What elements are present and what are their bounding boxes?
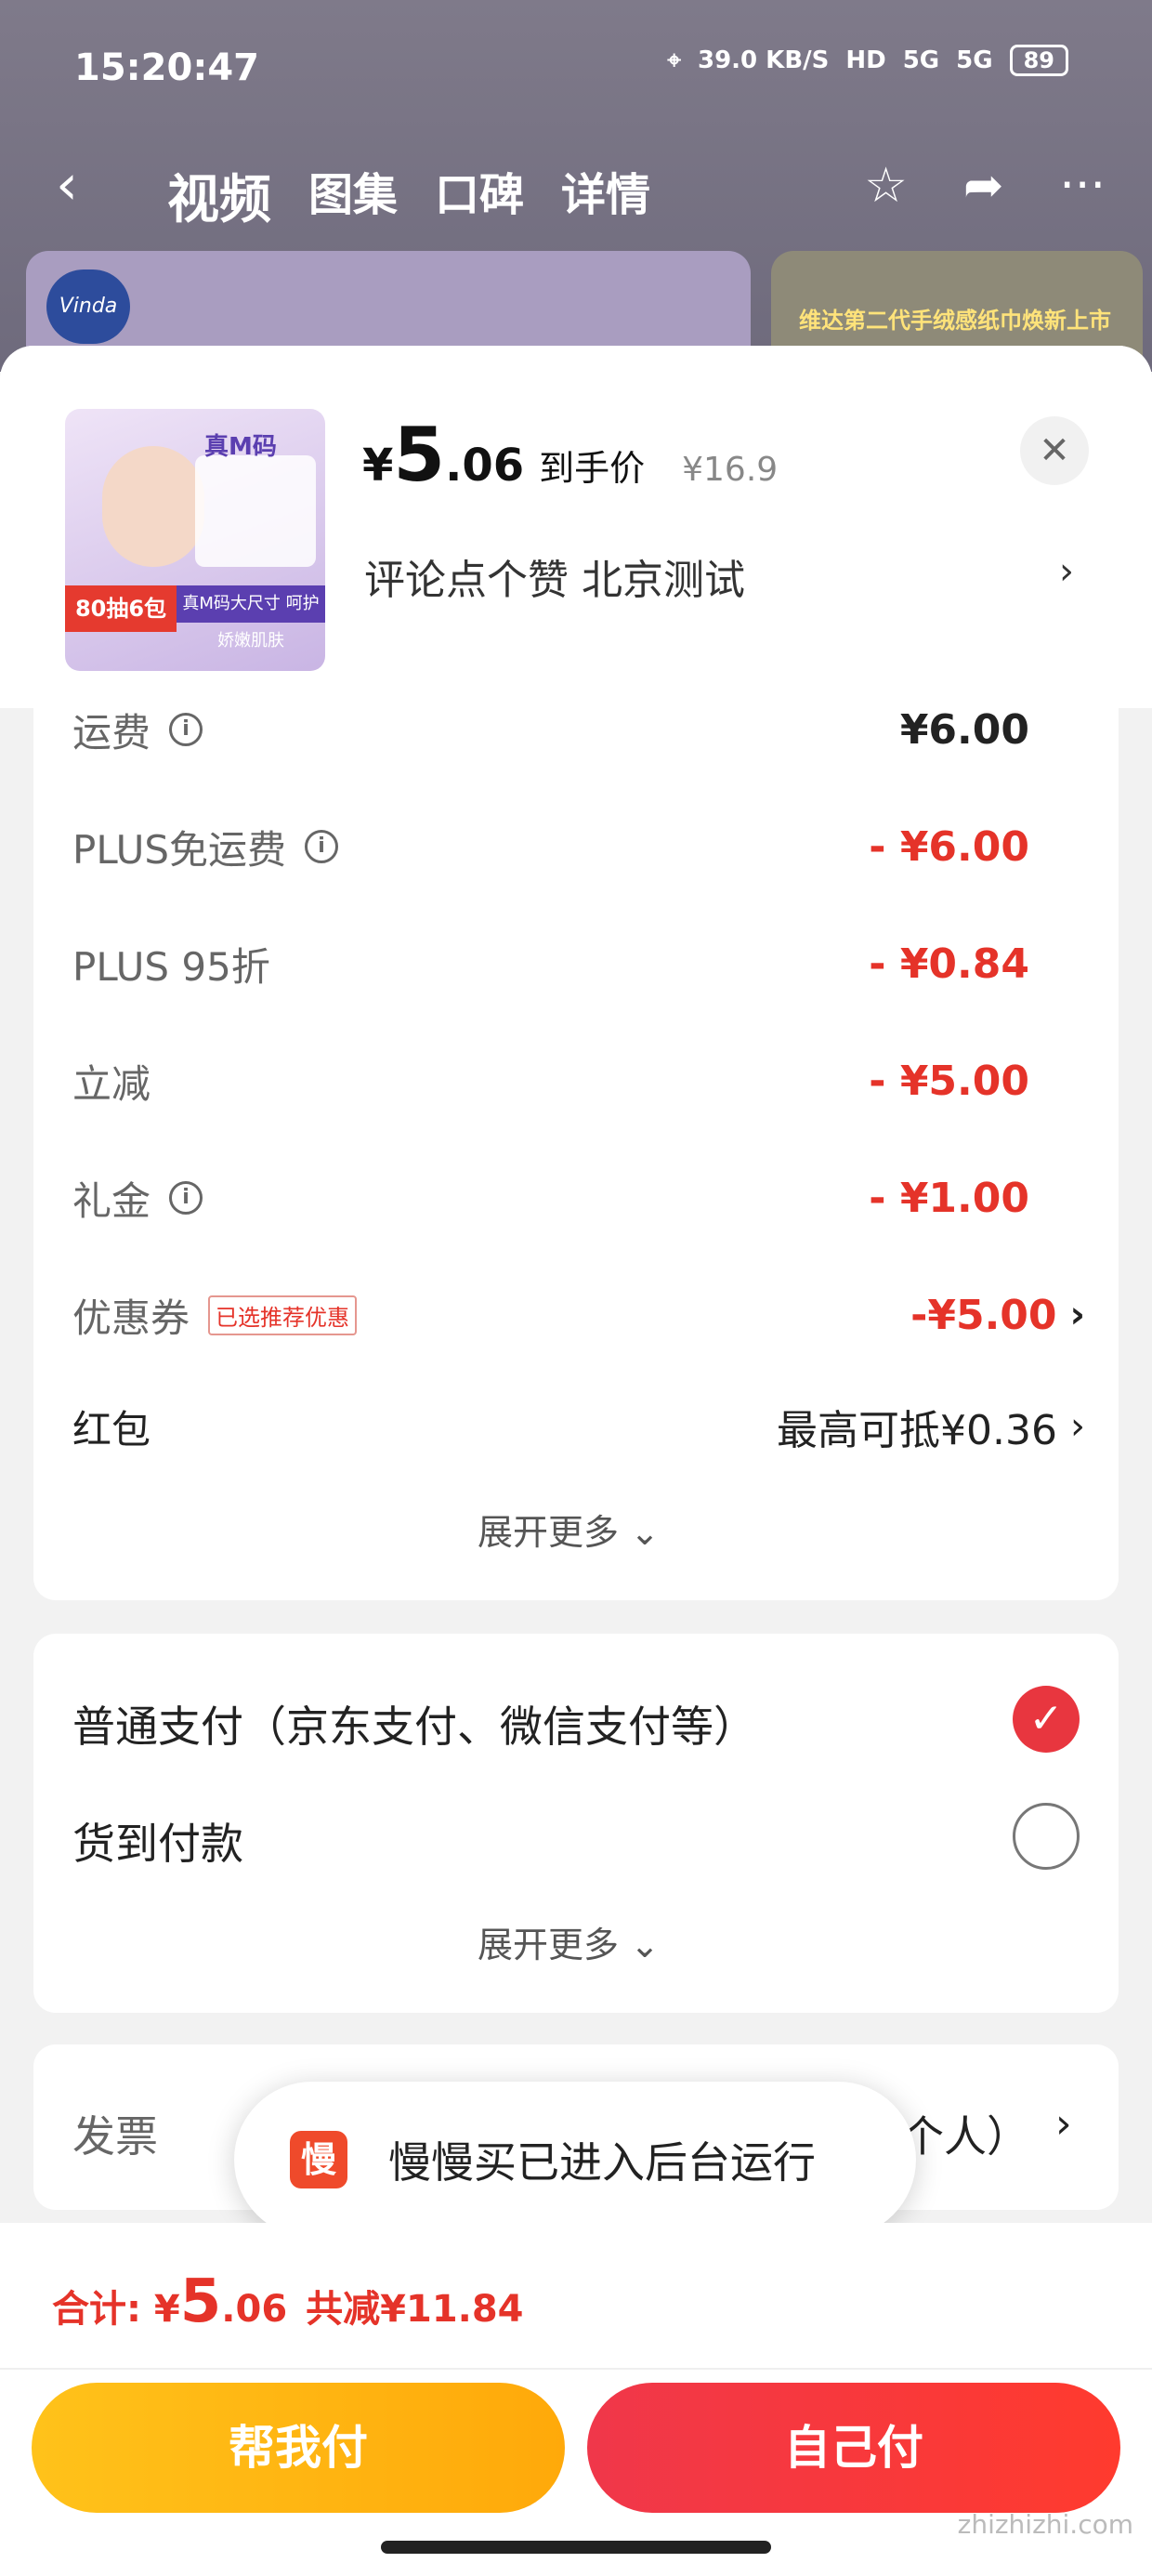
help-pay-button[interactable]: 帮我付 <box>32 2383 565 2513</box>
share-icon[interactable]: ➦ <box>963 158 1004 214</box>
payment-option-cod[interactable]: 货到付款 <box>72 1810 243 1872</box>
back-arrow-icon[interactable]: ‹ <box>56 152 78 217</box>
order-total: 合计: ¥ 5 .06 共减¥11.84 <box>52 2267 524 2336</box>
tab-gallery[interactable]: 图集 <box>308 158 398 233</box>
price-label: 到手价 <box>539 448 646 489</box>
cost-row-shipping: 运费 i ¥6.00 <box>72 697 1085 762</box>
cost-row-plus-discount: PLUS 95折 - ¥0.84 <box>72 931 1085 996</box>
cost-label: PLUS免运费 <box>72 826 287 873</box>
star-icon[interactable]: ☆ <box>864 158 908 214</box>
tab-video[interactable]: 视频 <box>167 158 271 233</box>
more-icon[interactable]: ··· <box>1059 158 1106 214</box>
chevron-right-icon[interactable]: › <box>1055 2100 1072 2148</box>
thumb-strip: 真M码大尺寸 呵护娇嫩肌肤 <box>177 585 325 651</box>
cost-value-wrap: 最高可抵¥0.36 › <box>777 1397 1085 1456</box>
cost-value: - ¥6.00 <box>869 822 1029 871</box>
chevron-right-icon: › <box>1070 1405 1085 1448</box>
address-line[interactable]: 评论点个赞 北京测试 <box>364 546 745 606</box>
nav-icons: ☆ ➦ ··· <box>864 158 1106 214</box>
cost-value: ¥6.00 <box>899 705 1029 754</box>
brand-logo: Vinda <box>46 269 130 344</box>
status-time: 15:20:47 <box>74 46 259 89</box>
total-label: 合计: ¥ <box>52 2288 180 2331</box>
price-decimal: .06 <box>445 440 525 492</box>
thumb-tag: 真M码 <box>204 433 277 461</box>
model-image <box>102 446 204 567</box>
home-indicator[interactable] <box>381 2541 771 2554</box>
info-icon[interactable]: i <box>305 830 339 863</box>
location-icon: ⌖ <box>667 46 681 74</box>
cost-row-gift-money: 礼金 i - ¥1.00 <box>72 1165 1085 1230</box>
coupon-tag: 已选推荐优惠 <box>208 1295 358 1335</box>
cost-row-coupon[interactable]: 优惠券 已选推荐优惠 -¥5.00 › <box>72 1282 1085 1347</box>
cost-row-red-packet[interactable]: 红包 最高可抵¥0.36 › <box>72 1394 1085 1459</box>
battery-icon: 89 <box>1009 45 1068 76</box>
top-nav: ‹ 视频 图集 口碑 详情 ☆ ➦ ··· <box>0 139 1152 242</box>
self-pay-button[interactable]: 自己付 <box>587 2383 1120 2513</box>
expand-more-payment[interactable]: 展开更多 ⌄ <box>478 1916 660 1967</box>
close-icon: ✕ <box>1039 429 1070 472</box>
chevron-right-icon: › <box>1069 1294 1085 1336</box>
chevron-down-icon: ⌄ <box>630 1512 660 1553</box>
total-saved: 共减¥11.84 <box>306 2288 524 2331</box>
status-bar: 15:20:47 ⌖ 39.0 KB/S HD 5G 5G 89 <box>0 0 1152 139</box>
cost-value-wrap: -¥5.00 › <box>910 1292 1085 1339</box>
final-price: ¥ 5 .06 到手价 ¥16.9 <box>362 418 778 493</box>
cost-row-plus-shipping: PLUS免运费 i - ¥6.00 <box>72 814 1085 879</box>
chevron-down-icon: ⌄ <box>630 1925 660 1965</box>
background-toast: 慢 慢慢买已进入后台运行 <box>234 2082 916 2238</box>
cost-label: PLUS 95折 <box>72 943 270 990</box>
nav-tabs: 视频 图集 口碑 详情 <box>167 158 650 233</box>
thumb-badge: 80抽6包 <box>65 585 177 632</box>
expand-more-costs[interactable]: 展开更多 ⌄ <box>478 1504 660 1555</box>
hd-icon: HD <box>845 46 886 74</box>
info-icon[interactable]: i <box>169 1181 203 1215</box>
app-icon: 慢 <box>290 2131 347 2188</box>
checkmark-selected-icon[interactable]: ✓ <box>1013 1686 1080 1753</box>
cost-label: 立减 <box>72 1060 151 1107</box>
cost-value: - ¥1.00 <box>869 1174 1029 1222</box>
net-speed: 39.0 KB/S <box>697 46 830 74</box>
cost-label: 红包 <box>72 1406 151 1452</box>
watermark: zhizhizhi.com <box>957 2509 1133 2540</box>
expand-more-label: 展开更多 <box>478 1925 620 1965</box>
total-integer: 5 <box>179 2267 222 2336</box>
signal-icon-2: 5G <box>956 46 993 74</box>
invoice-label: 发票 <box>72 2111 158 2162</box>
toast-text: 慢慢买已进入后台运行 <box>388 2137 816 2188</box>
price-symbol: ¥ <box>362 440 394 492</box>
cost-value: -¥5.00 <box>910 1291 1057 1339</box>
invoice-value: 个人） <box>901 2111 1029 2162</box>
status-icons: ⌖ 39.0 KB/S HD 5G 5G 89 <box>667 45 1068 76</box>
signal-icon: 5G <box>902 46 940 74</box>
original-price: ¥16.9 <box>682 451 779 489</box>
price-integer: 5 <box>393 412 446 498</box>
cost-value: - ¥0.84 <box>869 940 1029 988</box>
cost-row-instant-discount: 立减 - ¥5.00 <box>72 1048 1085 1113</box>
tab-details[interactable]: 详情 <box>561 158 650 233</box>
divider <box>0 2368 1152 2370</box>
cost-label: 礼金 <box>72 1177 151 1224</box>
cost-label: 优惠券 <box>72 1295 190 1341</box>
radio-unselected-icon[interactable] <box>1013 1803 1080 1870</box>
info-icon[interactable]: i <box>169 713 203 746</box>
payment-option-normal[interactable]: 普通支付（京东支付、微信支付等） <box>72 1693 756 1755</box>
tab-reviews[interactable]: 口碑 <box>435 158 524 233</box>
chevron-right-icon[interactable]: › <box>1059 550 1074 593</box>
total-decimal: .06 <box>221 2288 288 2331</box>
cost-label: 运费 <box>72 709 151 756</box>
close-button[interactable]: ✕ <box>1020 416 1089 485</box>
expand-more-label: 展开更多 <box>478 1512 620 1553</box>
package-image <box>195 455 316 567</box>
cost-value: 最高可抵¥0.36 <box>777 1407 1057 1454</box>
product-thumbnail: 真M码 80抽6包 真M码大尺寸 呵护娇嫩肌肤 <box>65 409 325 671</box>
cost-value: - ¥5.00 <box>869 1057 1029 1105</box>
